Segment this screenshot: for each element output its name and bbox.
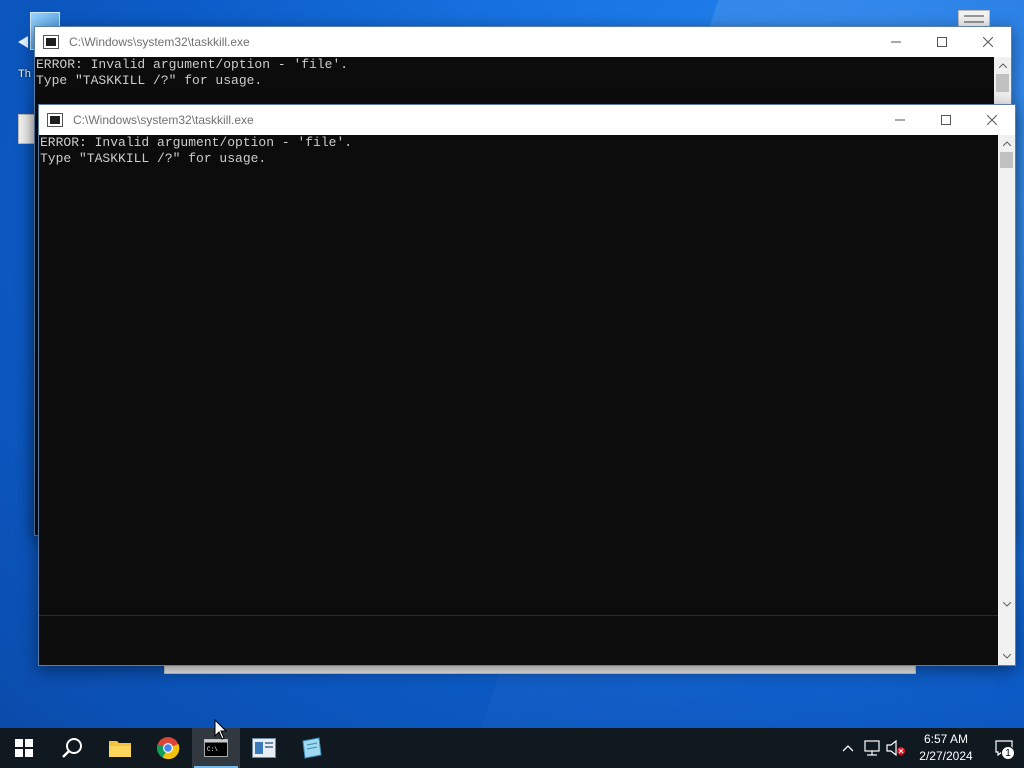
maximize-button[interactable] (919, 27, 965, 57)
chevron-up-icon (842, 745, 854, 752)
taskbar-editor-app[interactable] (288, 728, 336, 768)
taskbar: C:\ 6:57 AM 2/27/2024 1 (0, 728, 1024, 768)
desktop-shortcut-arrow-icon (18, 36, 28, 48)
chevron-up-icon (998, 63, 1007, 68)
volume-muted-icon (886, 740, 905, 756)
taskbar-chrome[interactable] (144, 728, 192, 768)
search-icon (62, 738, 82, 758)
scroll-up-button[interactable] (998, 135, 1015, 152)
scroll-down-button-bottom[interactable] (998, 648, 1015, 665)
console-app-icon (43, 35, 59, 49)
notepad-icon (302, 737, 322, 759)
action-center-button[interactable]: 1 (984, 728, 1024, 768)
window-title: C:\Windows\system32\taskkill.exe (69, 35, 250, 49)
scroll-down-button[interactable] (998, 596, 1015, 613)
network-button[interactable] (860, 728, 884, 768)
output-line: Type "TASKKILL /?" for usage. (36, 73, 263, 88)
output-line: Type "TASKKILL /?" for usage. (40, 151, 267, 166)
output-line: ERROR: Invalid argument/option - 'file'. (36, 57, 349, 72)
folder-icon (109, 741, 131, 757)
start-button[interactable] (0, 728, 48, 768)
chrome-icon (156, 737, 180, 760)
scroll-thumb[interactable] (996, 74, 1009, 92)
minimize-button[interactable] (877, 105, 923, 135)
scroll-up-button[interactable] (994, 57, 1011, 74)
chevron-down-icon (1002, 654, 1011, 659)
taskbar-app-window[interactable] (240, 728, 288, 768)
close-icon (983, 37, 993, 47)
window-controls (873, 27, 1011, 57)
title-bar[interactable]: C:\Windows\system32\taskkill.exe (35, 27, 1011, 57)
command-prompt-icon: C:\ (204, 739, 228, 757)
app-window-icon (252, 738, 276, 758)
close-icon (987, 115, 997, 125)
system-tray: 6:57 AM 2/27/2024 1 (836, 728, 1024, 768)
minimize-icon (895, 119, 905, 121)
volume-button[interactable] (884, 728, 908, 768)
scroll-thumb[interactable] (1000, 152, 1013, 168)
maximize-button[interactable] (923, 105, 969, 135)
chevron-up-icon (1002, 141, 1011, 146)
minimize-button[interactable] (873, 27, 919, 57)
notification-count-badge: 1 (1001, 746, 1015, 760)
desktop-icon-label: Th (18, 68, 31, 80)
show-hidden-icons-button[interactable] (836, 728, 860, 768)
mouse-cursor-icon (214, 719, 228, 740)
close-button[interactable] (965, 27, 1011, 57)
svg-text:C:\: C:\ (207, 746, 218, 753)
vertical-scrollbar[interactable] (998, 135, 1015, 665)
maximize-icon (937, 37, 947, 47)
minimize-icon (891, 41, 901, 43)
output-line: ERROR: Invalid argument/option - 'file'. (40, 135, 353, 150)
taskbar-file-explorer[interactable] (96, 728, 144, 768)
clock-date: 2/27/2024 (919, 749, 973, 763)
window-title: C:\Windows\system32\taskkill.exe (73, 113, 254, 127)
window-controls (877, 105, 1015, 135)
search-button[interactable] (48, 728, 96, 768)
clock-time: 6:57 AM (923, 732, 969, 746)
console-divider (39, 615, 998, 616)
close-button[interactable] (969, 105, 1015, 135)
title-bar[interactable]: C:\Windows\system32\taskkill.exe (39, 105, 1015, 135)
console-output[interactable]: ERROR: Invalid argument/option - 'file'.… (39, 135, 998, 665)
console-window-front[interactable]: C:\Windows\system32\taskkill.exe ERROR: … (38, 104, 1016, 666)
network-icon (864, 740, 880, 756)
chevron-down-icon (1002, 602, 1011, 607)
windows-logo-icon (15, 739, 33, 757)
console-app-icon (47, 113, 63, 127)
taskbar-clock[interactable]: 6:57 AM 2/27/2024 (908, 731, 984, 765)
maximize-icon (941, 115, 951, 125)
